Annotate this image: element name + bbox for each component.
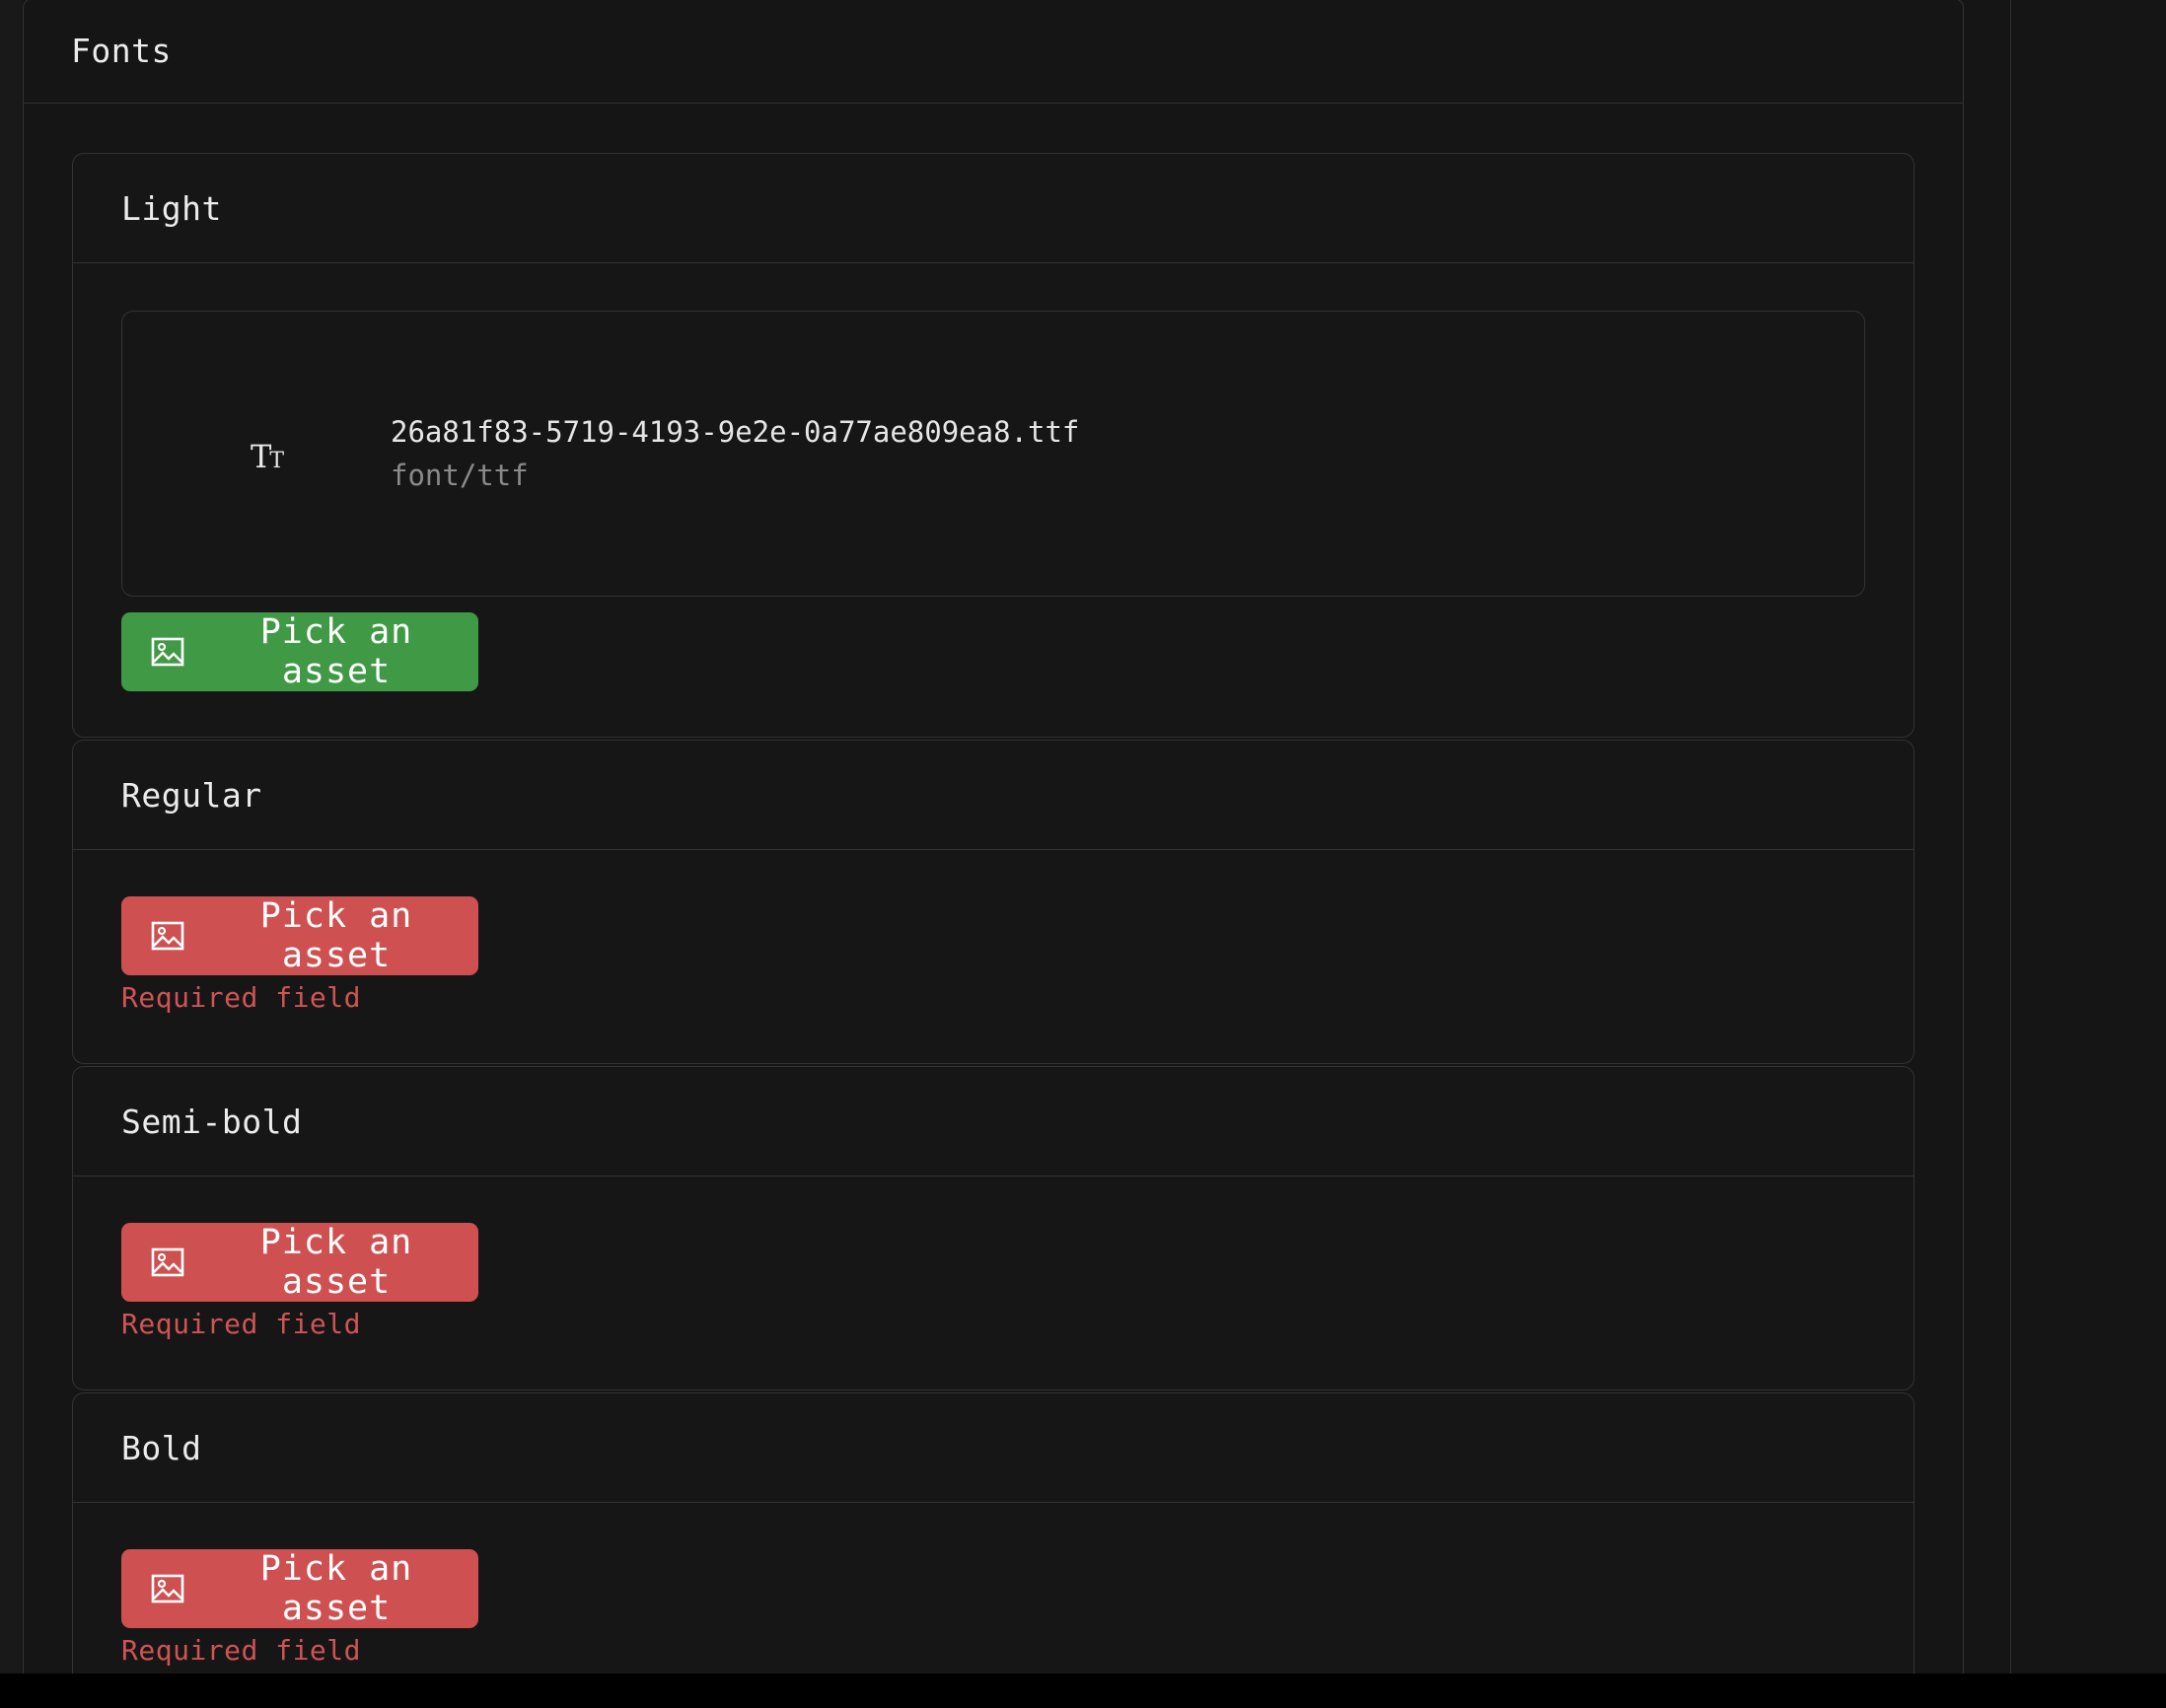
pick-asset-button-light[interactable]: Pick an asset (121, 612, 478, 691)
font-card-header: Light (73, 154, 1913, 263)
asset-meta: 26a81f83-5719-4193-9e2e-0a77ae809ea8.ttf… (391, 410, 1079, 497)
asset-filename: 26a81f83-5719-4193-9e2e-0a77ae809ea8.ttf (391, 415, 1080, 449)
left-gutter (0, 0, 22, 1673)
pick-asset-button-label: Pick an asset (259, 1223, 413, 1302)
font-card-bold: Bold Pick an asset Required field (72, 1392, 1914, 1675)
asset-mime-type: font/ttf (391, 459, 529, 492)
font-card-title: Light (121, 188, 222, 228)
pick-asset-button-regular[interactable]: Pick an asset (121, 896, 478, 975)
bottom-bar (0, 1673, 2166, 1708)
font-card-light: Light TT 26a81f83-5719-4193-9e2e-0a77ae8… (72, 153, 1914, 738)
panel-title: Fonts (71, 32, 172, 70)
font-card-body: Pick an asset Required field (73, 850, 1913, 1063)
pick-asset-button-label: Pick an asset (259, 1549, 413, 1628)
required-field-error: Required field (121, 981, 362, 1014)
image-icon (151, 637, 184, 667)
asset-preview[interactable]: TT 26a81f83-5719-4193-9e2e-0a77ae809ea8.… (121, 311, 1865, 597)
required-field-error: Required field (121, 1634, 362, 1667)
pick-asset-button-semi-bold[interactable]: Pick an asset (121, 1223, 478, 1302)
required-field-error: Required field (121, 1308, 362, 1340)
image-icon (151, 1247, 184, 1277)
image-icon (151, 921, 184, 951)
font-card-title: Regular (121, 775, 262, 815)
font-card-body: Pick an asset Required field (73, 1503, 1913, 1675)
font-card-title: Semi-bold (121, 1102, 303, 1141)
fonts-panel: Fonts Light TT 26a81f83-5719-4193-9e2e-0… (23, 0, 1964, 1675)
font-type-icon: TT (251, 438, 284, 475)
font-card-header: Regular (73, 741, 1913, 850)
font-card-regular: Regular Pick an asset Required field (72, 740, 1914, 1064)
font-card-header: Bold (73, 1393, 1913, 1503)
font-card-body: Pick an asset Required field (73, 1176, 1913, 1389)
font-card-header: Semi-bold (73, 1067, 1913, 1176)
fonts-panel-body: Light TT 26a81f83-5719-4193-9e2e-0a77ae8… (24, 104, 1963, 1675)
image-icon (151, 1574, 184, 1603)
font-card-title: Bold (121, 1428, 202, 1467)
pick-asset-button-label: Pick an asset (259, 612, 413, 691)
fonts-panel-header: Fonts (24, 0, 1963, 104)
font-card-body: TT 26a81f83-5719-4193-9e2e-0a77ae809ea8.… (73, 263, 1913, 737)
right-sidebar-rail (2010, 0, 2166, 1673)
pick-asset-button-bold[interactable]: Pick an asset (121, 1549, 478, 1628)
font-card-semi-bold: Semi-bold Pick an asset Required field (72, 1066, 1914, 1390)
pick-asset-button-label: Pick an asset (259, 896, 413, 975)
